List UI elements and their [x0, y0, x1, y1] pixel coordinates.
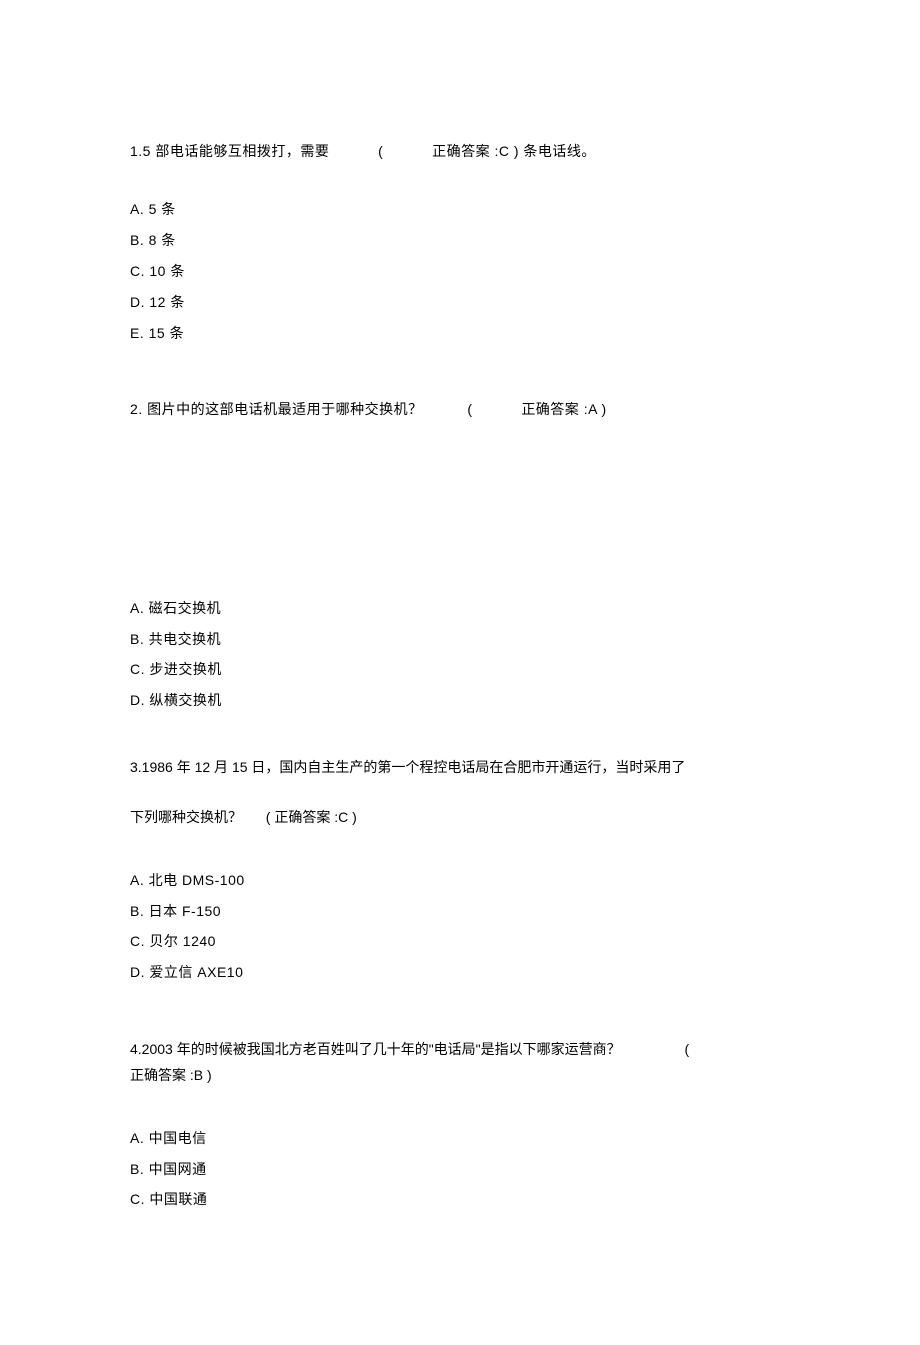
q3-option-b: B. 日本 F-150: [130, 896, 790, 927]
q4-option-a: A. 中国电信: [130, 1123, 790, 1154]
q3-text-c: 正确答案 :C ): [274, 809, 356, 825]
q2-text-c: 正确答案 :A ): [521, 401, 606, 417]
q3-line1: 3.1986 年 12 月 15 日，国内自主生产的第一个程控电话局在合肥市开通…: [130, 756, 790, 778]
q1-option-b: B. 8 条: [130, 225, 790, 256]
q3-paren: (: [266, 809, 271, 825]
q3-line2: 下列哪种交换机？ ( 正确答案 :C ): [130, 806, 790, 828]
q1-text-a: 1.5 部电话能够互相拨打，需要: [130, 143, 329, 159]
q1-option-a: A. 5 条: [130, 194, 790, 225]
q2-option-b: B. 共电交换机: [130, 624, 790, 655]
q4-line2: 正确答案 :B ): [130, 1064, 790, 1086]
q1-paren: (: [378, 143, 383, 159]
q3-option-c: C. 贝尔 1240: [130, 926, 790, 957]
question-1-options: A. 5 条 B. 8 条 C. 10 条 D. 12 条 E. 15 条: [130, 194, 790, 348]
q4-paren: (: [684, 1041, 689, 1057]
question-2-stem: 2. 图片中的这部电话机最适用于哪种交换机？ ( 正确答案 :A ): [130, 398, 790, 420]
question-2-options: A. 磁石交换机 B. 共电交换机 C. 步进交换机 D. 纵横交换机: [130, 593, 790, 716]
q3-text-a: 下列哪种交换机？: [130, 809, 242, 825]
q4-option-c: C. 中国联通: [130, 1184, 790, 1215]
question-3-stem: 3.1986 年 12 月 15 日，国内自主生产的第一个程控电话局在合肥市开通…: [130, 756, 790, 829]
q2-paren: (: [467, 401, 472, 417]
q3-option-d: D. 爱立信 AXE10: [130, 957, 790, 988]
q1-option-e: E. 15 条: [130, 318, 790, 349]
q2-option-a: A. 磁石交换机: [130, 593, 790, 624]
q3-option-a: A. 北电 DMS-100: [130, 865, 790, 896]
q4-text-a: 4.2003 年的时候被我国北方老百姓叫了几十年的"电话局"是指以下哪家运营商？: [130, 1041, 621, 1057]
q2-option-c: C. 步进交换机: [130, 654, 790, 685]
question-3-options: A. 北电 DMS-100 B. 日本 F-150 C. 贝尔 1240 D. …: [130, 865, 790, 988]
q1-option-c: C. 10 条: [130, 256, 790, 287]
question-4-options: A. 中国电信 B. 中国网通 C. 中国联通: [130, 1123, 790, 1215]
q1-text-c: 正确答案 :C ) 条电话线。: [432, 143, 596, 159]
q2-option-d: D. 纵横交换机: [130, 685, 790, 716]
image-placeholder: [130, 453, 790, 593]
question-1-stem: 1.5 部电话能够互相拨打，需要 ( 正确答案 :C ) 条电话线。: [130, 140, 790, 162]
question-4-stem: 4.2003 年的时候被我国北方老百姓叫了几十年的"电话局"是指以下哪家运营商？…: [130, 1038, 790, 1087]
q2-text-a: 2. 图片中的这部电话机最适用于哪种交换机？: [130, 401, 423, 417]
q4-option-b: B. 中国网通: [130, 1154, 790, 1185]
q4-line1: 4.2003 年的时候被我国北方老百姓叫了几十年的"电话局"是指以下哪家运营商？…: [130, 1038, 790, 1060]
q1-option-d: D. 12 条: [130, 287, 790, 318]
